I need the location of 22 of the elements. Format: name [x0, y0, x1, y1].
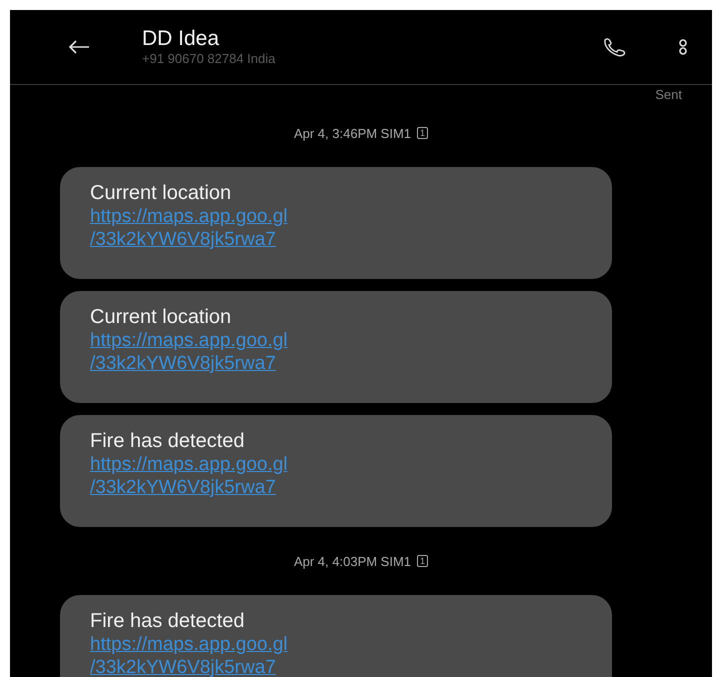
timestamp: Apr 4, 4:03PM SIM1 — [294, 554, 412, 568]
sim-icon: 1 — [417, 127, 428, 139]
map-link[interactable]: /33k2kYW6V8jk5rwa7 — [90, 228, 276, 251]
timestamp: Apr 4, 3:46PM SIM1 — [294, 126, 412, 140]
more-icon[interactable] — [678, 38, 688, 56]
contact-name: DD Idea — [142, 27, 220, 51]
contact-number: +91 90670 82784 India — [142, 51, 276, 67]
phone-icon[interactable] — [602, 37, 628, 57]
message-text: Fire has detected — [90, 429, 246, 453]
map-link[interactable]: https://maps.app.goo.gl — [90, 329, 288, 352]
map-link[interactable]: /33k2kYW6V8jk5rwa7 — [90, 656, 276, 677]
map-link[interactable]: https://maps.app.goo.gl — [90, 205, 288, 228]
map-link[interactable]: https://maps.app.goo.gl — [90, 453, 288, 476]
back-icon[interactable] — [68, 40, 90, 54]
map-link[interactable]: /33k2kYW6V8jk5rwa7 — [90, 476, 276, 499]
sent-status: Sent — [655, 87, 682, 102]
message-text: Current location — [90, 181, 232, 205]
sim-icon: 1 — [417, 555, 428, 567]
message-text: Fire has detected — [90, 609, 246, 633]
map-link[interactable]: /33k2kYW6V8jk5rwa7 — [90, 352, 276, 375]
map-link[interactable]: https://maps.app.goo.gl — [90, 633, 288, 656]
message-text: Current location — [90, 305, 232, 329]
